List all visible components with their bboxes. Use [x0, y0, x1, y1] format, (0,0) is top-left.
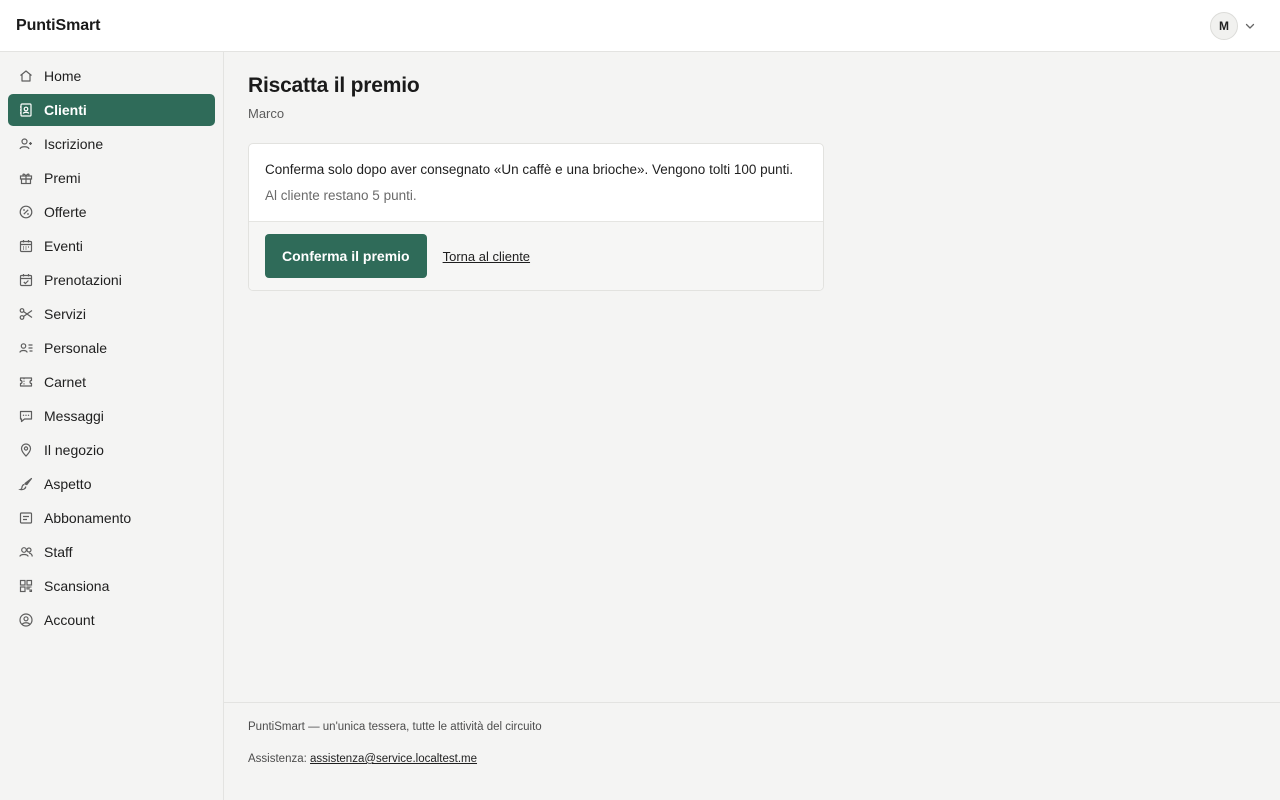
calendar-check-icon [18, 272, 34, 288]
customer-name: Marco [248, 106, 285, 121]
user-menu[interactable]: M [1210, 11, 1256, 40]
footer-support: Assistenza: assistenza@service.localtest… [248, 753, 1256, 765]
redeem-confirmation-message: Conferma solo dopo aver consegnato «Un c… [265, 162, 794, 177]
scissors-icon [18, 306, 34, 322]
sidebar-item-carnet[interactable]: Carnet [8, 366, 215, 398]
home-icon [18, 68, 34, 84]
user-circle-icon [18, 612, 34, 628]
percent-badge-icon [18, 204, 34, 220]
sidebar-item-label: Prenotazioni [44, 272, 122, 288]
qr-code-icon [18, 578, 34, 594]
sidebar-item-prenotazioni[interactable]: Prenotazioni [8, 264, 215, 296]
calendar-icon [18, 238, 34, 254]
back-to-customer-link[interactable]: Torna al cliente [443, 249, 530, 264]
sidebar-item-eventi[interactable]: Eventi [8, 230, 215, 262]
sidebar-item-offerte[interactable]: Offerte [8, 196, 215, 228]
sidebar-item-label: Iscrizione [44, 136, 104, 152]
sidebar-item-home[interactable]: Home [8, 60, 215, 92]
sidebar-item-label: Premi [44, 170, 81, 186]
avatar[interactable]: M [1210, 11, 1238, 40]
sidebar-item-label: Home [44, 68, 82, 84]
sidebar-item-il-negozio[interactable]: Il negozio [8, 434, 215, 466]
support-email-link[interactable]: assistenza@service.localtest.me [310, 753, 477, 765]
sidebar-item-label: Clienti [44, 102, 87, 118]
redeem-card-actions: Conferma il premio Torna al cliente [249, 222, 823, 290]
sidebar-item-premi[interactable]: Premi [8, 162, 215, 194]
ticket-icon [18, 374, 34, 390]
sidebar-item-staff[interactable]: Staff [8, 536, 215, 568]
chevron-down-icon[interactable] [1244, 20, 1256, 32]
sidebar-item-label: Staff [44, 544, 73, 560]
sidebar-item-personale[interactable]: Personale [8, 332, 215, 364]
sidebar-item-label: Servizi [44, 306, 87, 322]
sidebar-item-servizi[interactable]: Servizi [8, 298, 215, 330]
users-icon [18, 544, 34, 560]
sidebar-item-messaggi[interactable]: Messaggi [8, 400, 215, 432]
sidebar-item-label: Aspetto [44, 476, 92, 492]
sidebar-item-label: Scansiona [44, 578, 110, 594]
map-pin-icon [18, 442, 34, 458]
receipt-icon [18, 510, 34, 526]
top-bar: PuntiSmart M [0, 0, 1280, 52]
app-brand[interactable]: PuntiSmart [16, 17, 100, 35]
sidebar-item-label: Il negozio [44, 442, 104, 458]
gift-icon [18, 170, 34, 186]
sidebar-item-account[interactable]: Account [8, 604, 215, 636]
redeem-card-body: Conferma solo dopo aver consegnato «Un c… [249, 144, 823, 222]
main-content: Riscatta il premio Marco Conferma solo d… [224, 52, 1280, 702]
user-list-icon [18, 340, 34, 356]
page-title: Riscatta il premio [248, 74, 420, 97]
sidebar-item-label: Personale [44, 340, 108, 356]
sidebar-item-iscrizione[interactable]: Iscrizione [8, 128, 215, 160]
remaining-points-text: Al cliente restano 5 punti. [265, 188, 417, 203]
footer-tagline: PuntiSmart — un'unica tessera, tutte le … [248, 721, 542, 733]
user-add-icon [18, 136, 34, 152]
brush-icon [18, 476, 34, 492]
sidebar-item-clienti[interactable]: Clienti [8, 94, 215, 126]
sidebar-item-label: Abbonamento [44, 510, 132, 526]
sidebar-item-label: Offerte [44, 204, 87, 220]
sidebar-item-label: Eventi [44, 238, 83, 254]
support-label: Assistenza: [248, 753, 307, 765]
confirm-reward-button[interactable]: Conferma il premio [265, 234, 427, 278]
redeem-card: Conferma solo dopo aver consegnato «Un c… [248, 143, 824, 291]
sidebar-item-aspetto[interactable]: Aspetto [8, 468, 215, 500]
sidebar-item-scansiona[interactable]: Scansiona [8, 570, 215, 602]
page-footer: PuntiSmart — un'unica tessera, tutte le … [224, 702, 1280, 800]
sidebar-item-label: Carnet [44, 374, 87, 390]
sidebar: Home Clienti Iscrizione Premi Offerte Ev… [0, 52, 224, 800]
sidebar-item-abbonamento[interactable]: Abbonamento [8, 502, 215, 534]
sidebar-item-label: Account [44, 612, 95, 628]
chat-icon [18, 408, 34, 424]
contact-card-icon [18, 102, 34, 118]
sidebar-item-label: Messaggi [44, 408, 104, 424]
